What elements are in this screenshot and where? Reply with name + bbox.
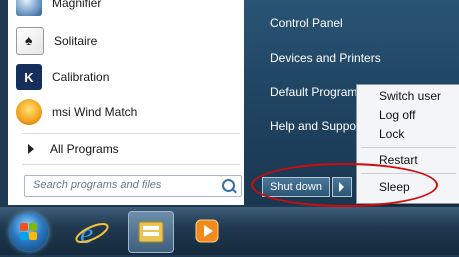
solitaire-icon: ♠ bbox=[16, 27, 44, 55]
calibration-icon: K bbox=[16, 64, 42, 90]
program-calibration[interactable]: K Calibration bbox=[16, 62, 244, 92]
menu-item-log-off[interactable]: Log off bbox=[379, 108, 415, 122]
internet-explorer-icon[interactable]: e bbox=[70, 211, 114, 251]
program-label: Calibration bbox=[52, 70, 110, 84]
svg-text:e: e bbox=[80, 217, 93, 250]
all-programs-button[interactable]: All Programs bbox=[22, 138, 240, 160]
help-and-support-link[interactable]: Help and Suppor bbox=[270, 119, 360, 133]
arrow-right-icon bbox=[28, 144, 34, 154]
divider bbox=[22, 133, 240, 134]
devices-and-printers-link[interactable]: Devices and Printers bbox=[270, 51, 381, 65]
highlight-ellipse bbox=[251, 163, 438, 207]
program-solitaire[interactable]: ♠ Solitaire bbox=[16, 26, 244, 56]
msi-wind-match-icon bbox=[16, 99, 42, 125]
taskbar: e bbox=[0, 207, 459, 255]
menu-item-switch-user[interactable]: Switch user bbox=[379, 89, 441, 103]
program-label: Magnifier bbox=[52, 0, 102, 10]
all-programs-label: All Programs bbox=[50, 142, 119, 156]
program-label: msi Wind Match bbox=[52, 105, 138, 119]
default-programs-link[interactable]: Default Program bbox=[270, 85, 357, 99]
program-msi-wind-match[interactable]: msi Wind Match bbox=[16, 97, 244, 127]
media-player-icon[interactable] bbox=[186, 211, 230, 251]
magnifier-icon bbox=[16, 0, 42, 16]
file-explorer-icon[interactable] bbox=[128, 211, 174, 253]
program-magnifier[interactable]: Magnifier bbox=[16, 0, 244, 18]
menu-divider bbox=[361, 147, 456, 148]
search-placeholder: Search programs and files bbox=[33, 179, 162, 191]
divider bbox=[22, 164, 240, 165]
start-orb-icon[interactable] bbox=[10, 213, 48, 251]
search-input[interactable]: Search programs and files bbox=[24, 175, 242, 197]
menu-item-lock[interactable]: Lock bbox=[379, 127, 404, 141]
program-label: Solitaire bbox=[54, 34, 98, 48]
control-panel-link[interactable]: Control Panel bbox=[270, 16, 343, 30]
search-icon[interactable] bbox=[222, 179, 235, 192]
